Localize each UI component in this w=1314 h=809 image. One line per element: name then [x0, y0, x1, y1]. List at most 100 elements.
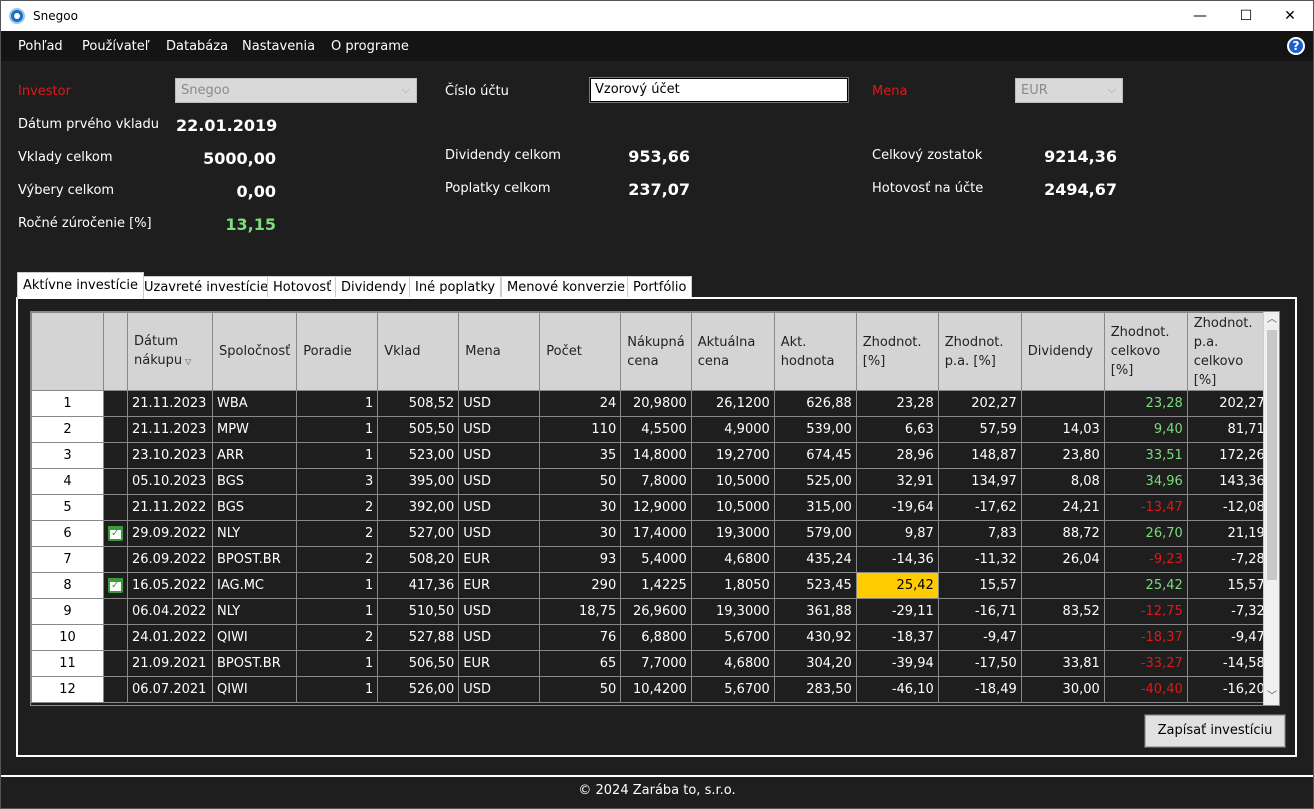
cell-date[interactable]: 21.11.2023 — [127, 390, 213, 417]
cell-gain-pa[interactable]: -16,71 — [937, 598, 1022, 625]
col-header-gain-pa[interactable]: Zhodnot. p.a. [%] — [937, 312, 1022, 391]
cell-company[interactable]: WBA — [211, 390, 298, 417]
cell-currency[interactable]: USD — [458, 520, 541, 547]
table-row[interactable]: 10 24.01.2022 QIWI 2 527,88 USD 76 6,8800 5,6700… — [31, 624, 1270, 651]
cell-gain[interactable]: -46,10 — [855, 676, 939, 703]
cell-company[interactable]: NLY — [211, 520, 298, 547]
col-header-count[interactable]: Počet — [539, 312, 622, 391]
col-header-value[interactable]: Akt. hodnota — [773, 312, 857, 391]
cell-value[interactable]: 674,45 — [773, 442, 857, 469]
cell-value[interactable]: 579,00 — [773, 520, 857, 547]
cell-value[interactable]: 304,20 — [773, 650, 857, 677]
cell-gain[interactable]: -29,11 — [855, 598, 939, 625]
cell-count[interactable]: 35 — [539, 442, 622, 469]
cell-total-gain-pa[interactable]: 15,57 — [1186, 572, 1270, 599]
cell-deposit[interactable]: 523,00 — [377, 442, 460, 469]
cell-value[interactable]: 361,88 — [773, 598, 857, 625]
tab-dividends[interactable]: Dividendy — [335, 276, 413, 298]
col-header-deposit[interactable]: Vklad — [377, 312, 460, 391]
cell-current-price[interactable]: 19,3000 — [690, 520, 775, 547]
table-row[interactable]: 6 29.09.2022NLY2527,00USD3017,400019,3000… — [31, 520, 1270, 547]
cell-buy-price[interactable]: 1,4225 — [620, 572, 692, 599]
cell-date[interactable]: 21.09.2021 — [127, 650, 213, 677]
cell-currency[interactable]: EUR — [458, 572, 541, 599]
cell-count[interactable]: 65 — [539, 650, 622, 677]
cell-total-gain-pa[interactable]: -7,28 — [1186, 546, 1270, 573]
cell-dividends[interactable] — [1020, 624, 1105, 651]
cell-currency[interactable]: USD — [458, 676, 541, 703]
cell-deposit[interactable]: 527,88 — [377, 624, 460, 651]
cell-dividends[interactable]: 88,72 — [1020, 520, 1105, 547]
cell-order[interactable]: 2 — [296, 520, 379, 547]
cell-total-gain-pa[interactable]: 21,19 — [1186, 520, 1270, 547]
scroll-up-icon[interactable]: ︿ — [1264, 312, 1279, 328]
cell-order[interactable]: 1 — [296, 650, 379, 677]
cell-total-gain[interactable]: -13,47 — [1103, 494, 1188, 521]
cell-order[interactable]: 1 — [296, 442, 379, 469]
cell-gain-pa[interactable]: 202,27 — [937, 390, 1022, 417]
cell-company[interactable]: MPW — [211, 416, 298, 443]
cell-gain-pa[interactable]: 134,97 — [937, 468, 1022, 495]
col-header-date[interactable]: Dátum nákupu ▽ — [127, 312, 213, 391]
cell-current-price[interactable]: 1,8050 — [690, 572, 775, 599]
cell-buy-price[interactable]: 4,5500 — [620, 416, 692, 443]
cell-count[interactable]: 110 — [539, 416, 622, 443]
cell-total-gain[interactable]: 25,42 — [1103, 572, 1188, 599]
col-header-total-gain-pa[interactable]: Zhodnot. p.a. celkovo [%] — [1186, 312, 1270, 391]
cell-gain[interactable]: 6,63 — [855, 416, 939, 443]
tab-portfolio[interactable]: Portfólio — [627, 276, 693, 298]
cell-count[interactable]: 290 — [539, 572, 622, 599]
row-number[interactable]: 3 — [31, 442, 104, 469]
tab-active-investments[interactable]: Aktívne investície — [17, 272, 144, 299]
table-row[interactable]: 3 23.10.2023 ARR 1 523,00 USD 35 14,8000 19,2700… — [31, 442, 1270, 469]
cell-gain-pa[interactable]: 7,83 — [937, 520, 1022, 547]
cell-current-price[interactable]: 10,5000 — [690, 494, 775, 521]
cell-dividends[interactable]: 30,00 — [1020, 676, 1105, 703]
cell-order[interactable]: 2 — [296, 546, 379, 573]
col-header-currency[interactable]: Mena — [458, 312, 541, 391]
table-row[interactable]: 1 21.11.2023 WBA 1 508,52 USD 24 20,9800 26,1200… — [31, 390, 1270, 417]
minimize-button[interactable]: — — [1177, 1, 1223, 31]
cell-company[interactable]: BPOST.BR — [211, 546, 298, 573]
row-number[interactable]: 11 — [31, 650, 104, 677]
cell-currency[interactable]: USD — [458, 442, 541, 469]
row-number[interactable]: 10 — [31, 624, 104, 651]
cell-buy-price[interactable]: 7,8000 — [620, 468, 692, 495]
cell-total-gain[interactable]: 33,51 — [1103, 442, 1188, 469]
cell-company[interactable]: QIWI — [211, 624, 298, 651]
table-row[interactable]: 9 06.04.2022 NLY 1 510,50 USD 18,75 26,9600 19,3… — [31, 598, 1270, 625]
table-row[interactable]: 2 21.11.2023 MPW 1 505,50 USD 110 4,5500 4,9000 5… — [31, 416, 1270, 443]
cell-gain[interactable]: 23,28 — [855, 390, 939, 417]
cell-value[interactable]: 523,45 — [773, 572, 857, 599]
cell-dividends[interactable]: 26,04 — [1020, 546, 1105, 573]
cell-gain-pa[interactable]: -18,49 — [937, 676, 1022, 703]
cell-currency[interactable]: USD — [458, 598, 541, 625]
row-number[interactable]: 1 — [31, 390, 104, 417]
col-header-gain[interactable]: Zhodnot. [%] — [855, 312, 939, 391]
cell-current-price[interactable]: 19,2700 — [690, 442, 775, 469]
cell-gain[interactable]: -18,37 — [855, 624, 939, 651]
cell-order[interactable]: 1 — [296, 572, 379, 599]
cell-gain-pa[interactable]: -11,32 — [937, 546, 1022, 573]
cell-company[interactable]: BPOST.BR — [211, 650, 298, 677]
cell-gain[interactable]: 32,91 — [855, 468, 939, 495]
cell-dividends[interactable]: 24,21 — [1020, 494, 1105, 521]
cell-gain-pa[interactable]: -17,50 — [937, 650, 1022, 677]
maximize-button[interactable]: ☐ — [1223, 1, 1269, 31]
cell-total-gain[interactable]: -12,75 — [1103, 598, 1188, 625]
cell-current-price[interactable]: 5,6700 — [690, 676, 775, 703]
cell-value[interactable]: 283,50 — [773, 676, 857, 703]
cell-deposit[interactable]: 526,00 — [377, 676, 460, 703]
cell-count[interactable]: 18,75 — [539, 598, 622, 625]
cell-dividends[interactable]: 8,08 — [1020, 468, 1105, 495]
cell-date[interactable]: 26.09.2022 — [127, 546, 213, 573]
cell-current-price[interactable]: 26,1200 — [690, 390, 775, 417]
cell-deposit[interactable]: 527,00 — [377, 520, 460, 547]
cell-current-price[interactable]: 4,6800 — [690, 650, 775, 677]
cell-currency[interactable]: EUR — [458, 546, 541, 573]
row-number[interactable]: 4 — [31, 468, 104, 495]
scroll-down-icon[interactable]: ﹀ — [1264, 689, 1279, 705]
cell-order[interactable]: 1 — [296, 676, 379, 703]
cell-company[interactable]: NLY — [211, 598, 298, 625]
cell-count[interactable]: 93 — [539, 546, 622, 573]
